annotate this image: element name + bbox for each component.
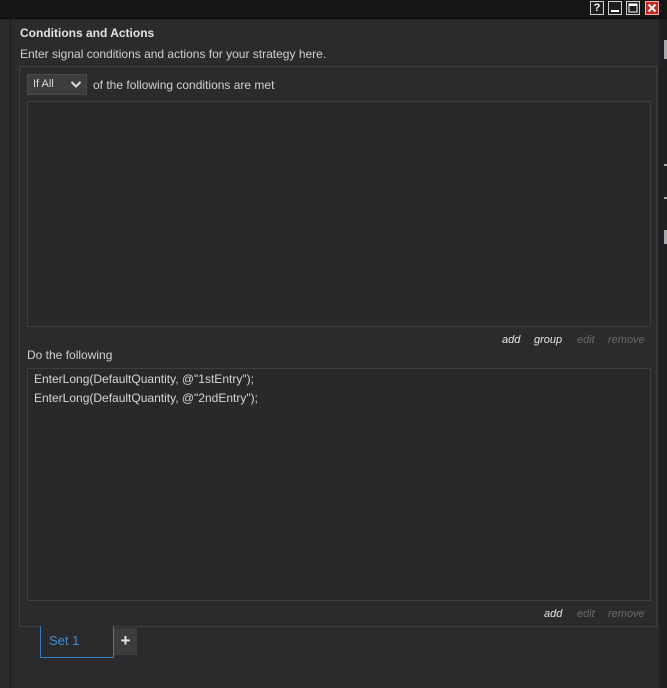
remove-condition-link[interactable]: remove: [608, 334, 645, 346]
minimize-button[interactable]: [608, 1, 622, 15]
add-action-link[interactable]: add: [544, 608, 562, 620]
chevron-down-icon: [70, 81, 82, 88]
section-description: Enter signal conditions and actions for …: [20, 47, 327, 61]
edit-condition-link[interactable]: edit: [577, 334, 595, 346]
add-condition-link[interactable]: add: [502, 334, 520, 346]
condition-mode-value: If All: [33, 78, 54, 90]
maximize-icon: [628, 3, 638, 13]
left-strip: [0, 19, 11, 688]
conditions-label: of the following conditions are met: [93, 78, 275, 92]
action-item[interactable]: EnterLong(DefaultQuantity, @"2ndEntry");: [34, 391, 258, 405]
help-button[interactable]: ?: [590, 1, 604, 15]
edit-action-link[interactable]: edit: [577, 608, 595, 620]
close-icon: [647, 3, 657, 13]
condition-mode-select[interactable]: If All: [27, 74, 87, 95]
background-window-edge: [659, 19, 667, 688]
title-bar: [0, 0, 667, 19]
remove-action-link[interactable]: remove: [608, 608, 645, 620]
group-condition-link[interactable]: group: [534, 334, 562, 346]
minimize-icon: [611, 10, 619, 12]
close-button[interactable]: [645, 1, 659, 15]
add-set-button[interactable]: +: [114, 628, 137, 655]
tab-set-1[interactable]: Set 1: [40, 626, 114, 658]
conditions-list[interactable]: [27, 101, 651, 327]
actions-label: Do the following: [27, 348, 113, 362]
section-title: Conditions and Actions: [20, 26, 155, 40]
maximize-button[interactable]: [626, 1, 640, 15]
action-item[interactable]: EnterLong(DefaultQuantity, @"1stEntry");: [34, 372, 254, 386]
